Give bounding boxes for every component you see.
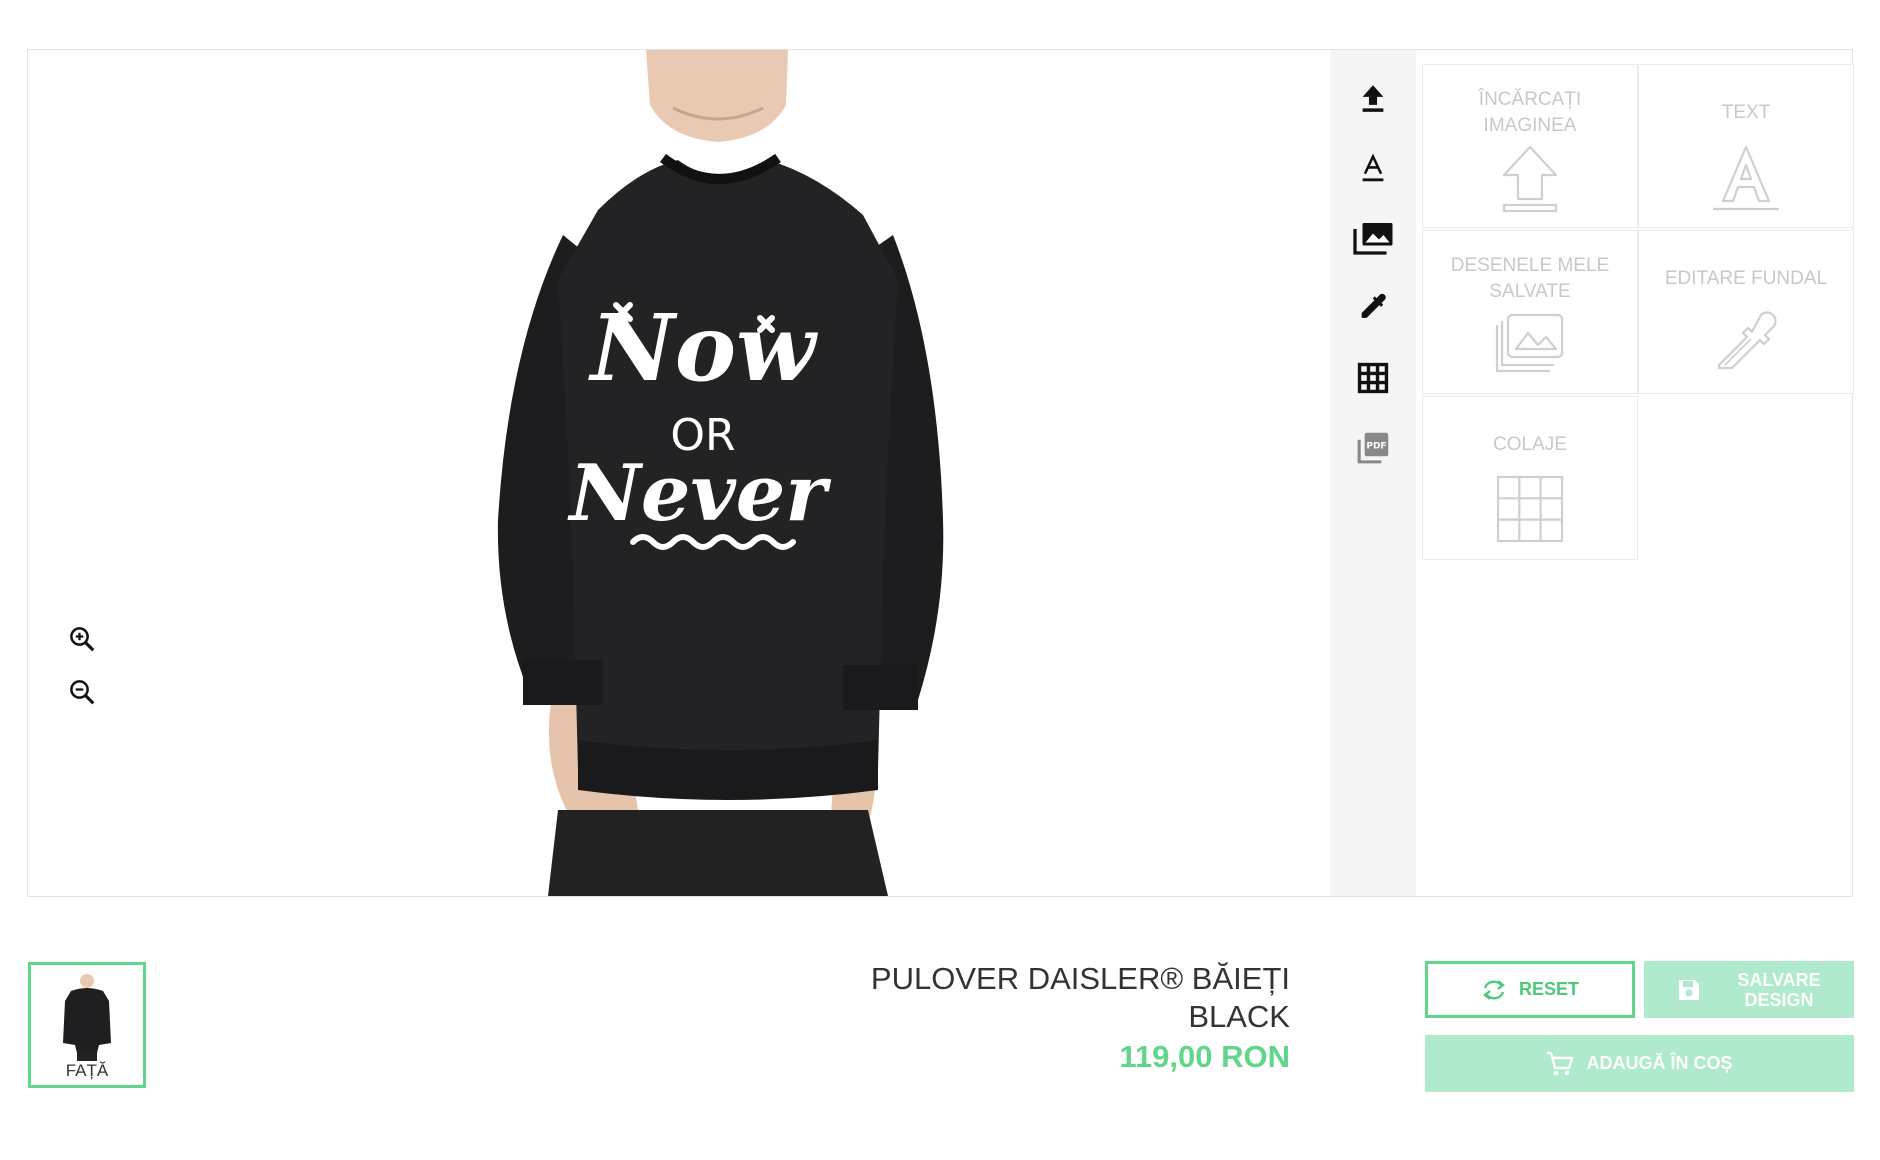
rail-collage-button[interactable] (1330, 348, 1416, 408)
design-line-never: Never (567, 448, 832, 539)
thumbnail-image (63, 974, 111, 1061)
save-design-button[interactable]: SALVARE DESIGN (1644, 961, 1854, 1018)
view-thumbnail-front[interactable]: FAȚĂ (28, 962, 146, 1088)
collage-label: COLAJE (1493, 434, 1567, 455)
product-title-line1: PULOVER DAISLER® BĂIEȚI (870, 961, 1290, 996)
rail-upload-button[interactable] (1330, 68, 1416, 128)
design-line-now: Now (588, 294, 818, 402)
rail-saved-designs-button[interactable] (1330, 208, 1416, 268)
upload-arrow-icon (1502, 145, 1558, 213)
edit-background-tile[interactable]: EDITARE FUNDAL (1638, 230, 1854, 394)
collage-grid-icon (1496, 475, 1564, 543)
zoom-out-button[interactable] (62, 672, 102, 712)
saved-designs-tile[interactable]: DESENELE MELE SALVATE (1422, 230, 1638, 394)
tools-panel: ÎNCĂRCAȚI IMAGINEA TEXT DESENELE MELE SA… (1416, 50, 1854, 896)
design-canvas[interactable]: Now OR Never (28, 50, 1330, 896)
cart-icon (1547, 1051, 1574, 1075)
eyedropper-icon (1361, 293, 1386, 318)
rail-background-button[interactable] (1330, 278, 1416, 338)
image-gallery-icon (1495, 313, 1564, 373)
floppy-disk-icon (1679, 979, 1700, 1000)
upload-image-tile[interactable]: ÎNCĂRCAȚI IMAGINEA (1422, 64, 1638, 228)
sweater-mockup: Now OR Never (497, 50, 944, 896)
thumbnail-label: FAȚĂ (65, 1061, 109, 1080)
eyedropper-outline-icon (1717, 311, 1777, 370)
grid-icon (1357, 362, 1389, 394)
letter-a-icon (1713, 145, 1779, 211)
zoom-out-icon (70, 680, 95, 705)
upload-icon (1362, 85, 1384, 112)
reset-label: RESET (1518, 979, 1579, 999)
design-editor: Now OR Never PDF ÎNCĂRCAȚI IMAGINEA TEXT… (27, 49, 1854, 897)
edit-background-label: EDITARE FUNDAL (1664, 268, 1828, 289)
zoom-in-button[interactable] (62, 619, 102, 659)
save-label-line1: SALVARE (1737, 969, 1821, 990)
text-tile[interactable]: TEXT (1638, 64, 1854, 228)
add-to-cart-label: ADAUGĂ ÎN COȘ (1586, 1053, 1733, 1073)
svg-text:PDF: PDF (1366, 442, 1386, 452)
upload-image-label: ÎNCĂRCAȚI IMAGINEA (1478, 89, 1582, 136)
rail-text-button[interactable] (1330, 138, 1416, 198)
zoom-in-icon (70, 627, 95, 652)
collage-tile[interactable]: COLAJE (1422, 396, 1638, 560)
rail-pdf-button[interactable]: PDF (1330, 418, 1416, 478)
product-title-line2: BLACK (1188, 999, 1290, 1034)
saved-designs-label: DESENELE MELE SALVATE (1450, 255, 1610, 302)
product-price: 119,00 RON (1119, 1039, 1290, 1074)
tool-icon-rail: PDF (1330, 50, 1416, 896)
text-tile-label: TEXT (1721, 102, 1771, 123)
gallery-icon (1353, 223, 1393, 255)
product-title: PULOVER DAISLER® BĂIEȚI BLACK (770, 960, 1290, 1036)
reset-button[interactable]: RESET (1425, 961, 1635, 1018)
refresh-icon (1483, 979, 1505, 1000)
save-label-line2: DESIGN (1744, 989, 1814, 1010)
add-to-cart-button[interactable]: ADAUGĂ ÎN COȘ (1425, 1035, 1854, 1092)
text-icon (1362, 153, 1384, 182)
pdf-icon: PDF (1357, 432, 1389, 464)
